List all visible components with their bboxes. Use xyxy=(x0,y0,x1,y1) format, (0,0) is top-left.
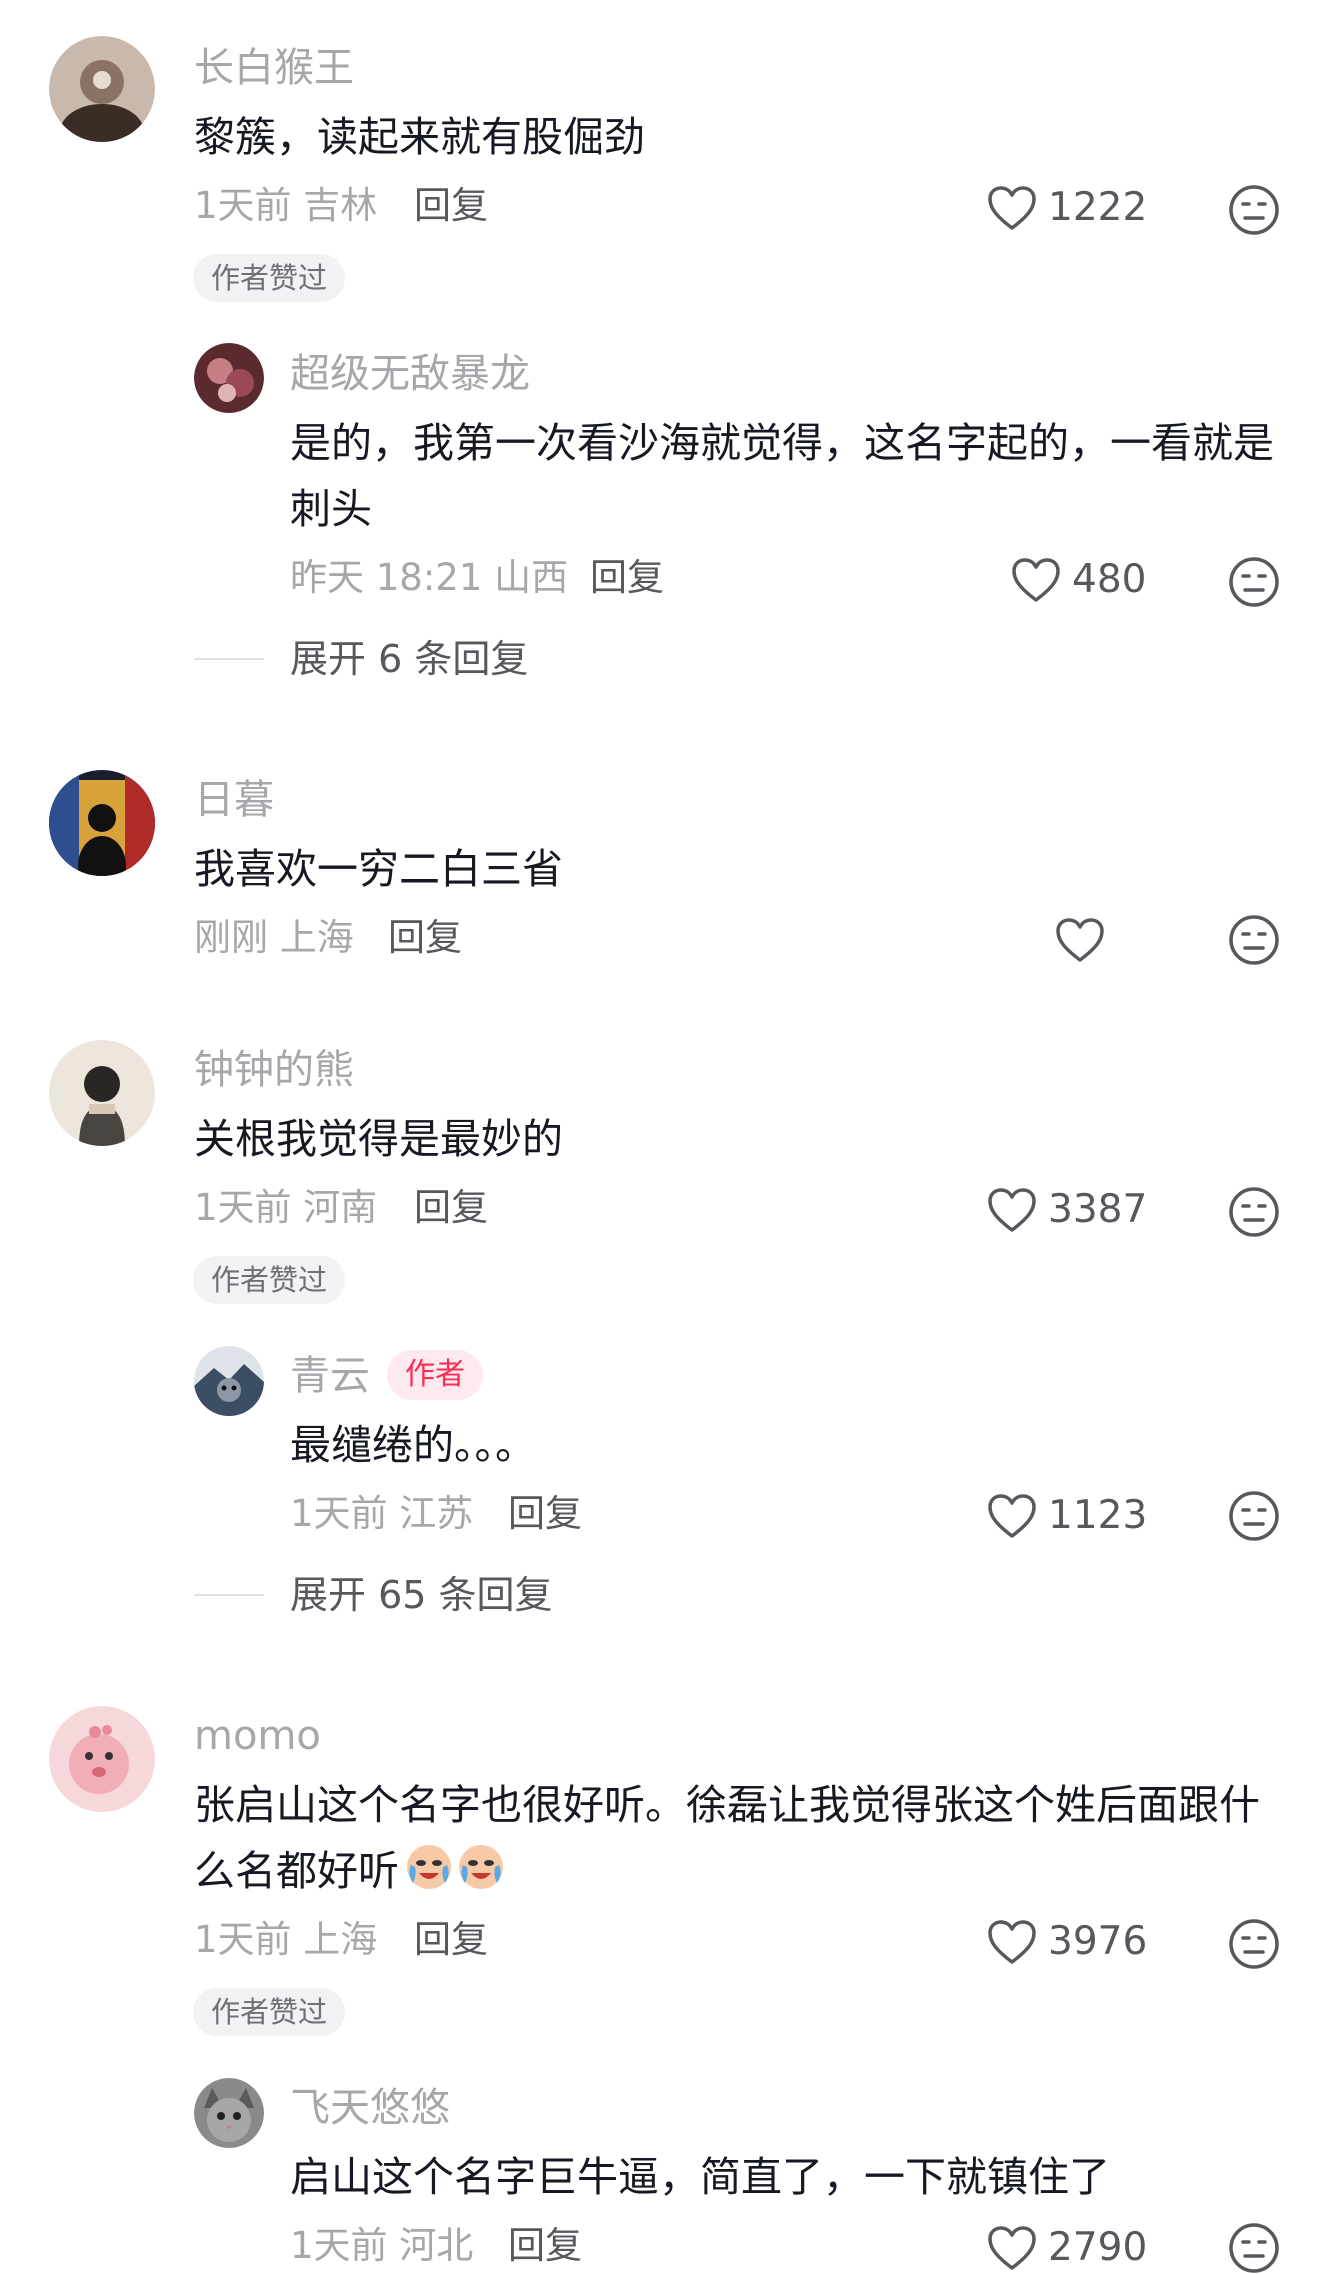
expand-replies-button[interactable]: 展开 6 条回复 xyxy=(290,636,528,682)
reply-button[interactable]: 回复 xyxy=(508,2224,582,2268)
avatar[interactable] xyxy=(194,1346,264,1416)
reply-button[interactable]: 回复 xyxy=(414,184,488,228)
like-count: 3976 xyxy=(1048,1919,1148,1964)
comment-item: 长白猴王 黎簇，读起来就有股倔劲 1天前 吉林 回复 1222 作者赞过 超级无… xyxy=(0,0,1320,700)
comment-meta: 1天前 河北 xyxy=(290,2224,474,2267)
crying-laughing-face-emoji xyxy=(403,1839,507,1910)
dislike-button[interactable] xyxy=(1228,1918,1280,1970)
comment-text: 启山这个名字巨牛逼，简直了，一下就镇住了 xyxy=(290,2153,1110,2201)
author-liked-badge: 作者赞过 xyxy=(193,1988,346,2036)
reply-button[interactable]: 回复 xyxy=(414,1918,488,1962)
like-button[interactable] xyxy=(1054,916,1116,964)
divider xyxy=(194,658,264,660)
like-button[interactable]: 3387 xyxy=(986,1186,1147,1234)
like-button[interactable]: 2790 xyxy=(986,2224,1147,2272)
heart-outline-icon xyxy=(988,1920,1036,1964)
like-count: 2790 xyxy=(1048,2225,1148,2270)
heart-outline-icon xyxy=(1012,558,1060,602)
username[interactable]: 日暮 xyxy=(194,776,274,824)
comment-text: 是的，我第一次看沙海就觉得，这名字起的，一看就是刺头 xyxy=(290,419,1274,533)
dislike-button[interactable] xyxy=(1228,556,1280,608)
reply-button[interactable]: 回复 xyxy=(414,1186,488,1230)
username[interactable]: 飞天悠悠 xyxy=(290,2084,450,2132)
like-count: 1222 xyxy=(1048,185,1148,230)
avatar[interactable] xyxy=(194,2078,264,2148)
dislike-button[interactable] xyxy=(1228,1490,1280,1542)
neutral-face-icon xyxy=(1229,915,1279,965)
comment-text: 我喜欢一穷二白三省 xyxy=(194,845,563,893)
heart-outline-icon xyxy=(988,1494,1036,1538)
heart-outline-icon xyxy=(988,2226,1036,2270)
avatar[interactable] xyxy=(194,343,264,413)
neutral-face-icon xyxy=(1229,1491,1279,1541)
comment-meta: 1天前 上海 xyxy=(194,1918,378,1961)
author-liked-badge: 作者赞过 xyxy=(193,254,346,302)
dislike-button[interactable] xyxy=(1228,2222,1280,2274)
like-count: 3387 xyxy=(1048,1187,1148,1232)
comment-text-content: 张启山这个名字也很好听。徐磊让我觉得张这个姓后面跟什么名都好听 xyxy=(194,1781,1260,1895)
expand-replies-button[interactable]: 展开 65 条回复 xyxy=(290,1572,553,1618)
like-button[interactable]: 3976 xyxy=(986,1918,1147,1966)
avatar[interactable] xyxy=(49,1706,155,1812)
neutral-face-icon xyxy=(1229,1919,1279,1969)
neutral-face-icon xyxy=(1229,185,1279,235)
comment-text: 关根我觉得是最妙的 xyxy=(194,1115,563,1163)
like-button[interactable]: 480 xyxy=(1010,556,1146,604)
avatar[interactable] xyxy=(49,1040,155,1146)
avatar[interactable] xyxy=(49,770,155,876)
comment-meta: 1天前 河南 xyxy=(194,1186,378,1229)
comment-meta: 昨天 18:21 山西 xyxy=(290,556,569,599)
username[interactable]: 长白猴王 xyxy=(194,44,354,92)
heart-outline-icon xyxy=(988,186,1036,230)
divider xyxy=(194,1594,264,1596)
dislike-button[interactable] xyxy=(1228,184,1280,236)
dislike-button[interactable] xyxy=(1228,914,1280,966)
heart-outline-icon xyxy=(988,1188,1036,1232)
like-button[interactable]: 1222 xyxy=(986,184,1147,232)
heart-outline-icon xyxy=(1056,918,1104,962)
neutral-face-icon xyxy=(1229,557,1279,607)
author-tag: 作者 xyxy=(387,1350,483,1400)
reply-button[interactable]: 回复 xyxy=(590,556,664,600)
username[interactable]: 青云 xyxy=(290,1352,370,1400)
comment-meta: 1天前 吉林 xyxy=(194,184,378,227)
like-count: 480 xyxy=(1072,557,1147,602)
username[interactable]: 超级无敌暴龙 xyxy=(290,350,530,398)
neutral-face-icon xyxy=(1229,2223,1279,2273)
like-count: 1123 xyxy=(1048,1493,1148,1538)
comment-text: 黎簇，读起来就有股倔劲 xyxy=(194,113,645,161)
comment-meta: 1天前 江苏 xyxy=(290,1492,474,1535)
username[interactable]: momo xyxy=(194,1712,321,1760)
dislike-button[interactable] xyxy=(1228,1186,1280,1238)
comment-meta: 刚刚 上海 xyxy=(194,916,354,959)
avatar[interactable] xyxy=(49,36,155,142)
author-liked-badge: 作者赞过 xyxy=(193,1256,346,1304)
neutral-face-icon xyxy=(1229,1187,1279,1237)
username[interactable]: 钟钟的熊 xyxy=(194,1046,354,1094)
comment-text: 张启山这个名字也很好听。徐磊让我觉得张这个姓后面跟什么名都好听 xyxy=(194,1772,1264,1910)
like-button[interactable]: 1123 xyxy=(986,1492,1147,1540)
comment-text: 最缱绻的。。。 xyxy=(290,1421,536,1469)
reply-button[interactable]: 回复 xyxy=(388,916,462,960)
reply-button[interactable]: 回复 xyxy=(508,1492,582,1536)
